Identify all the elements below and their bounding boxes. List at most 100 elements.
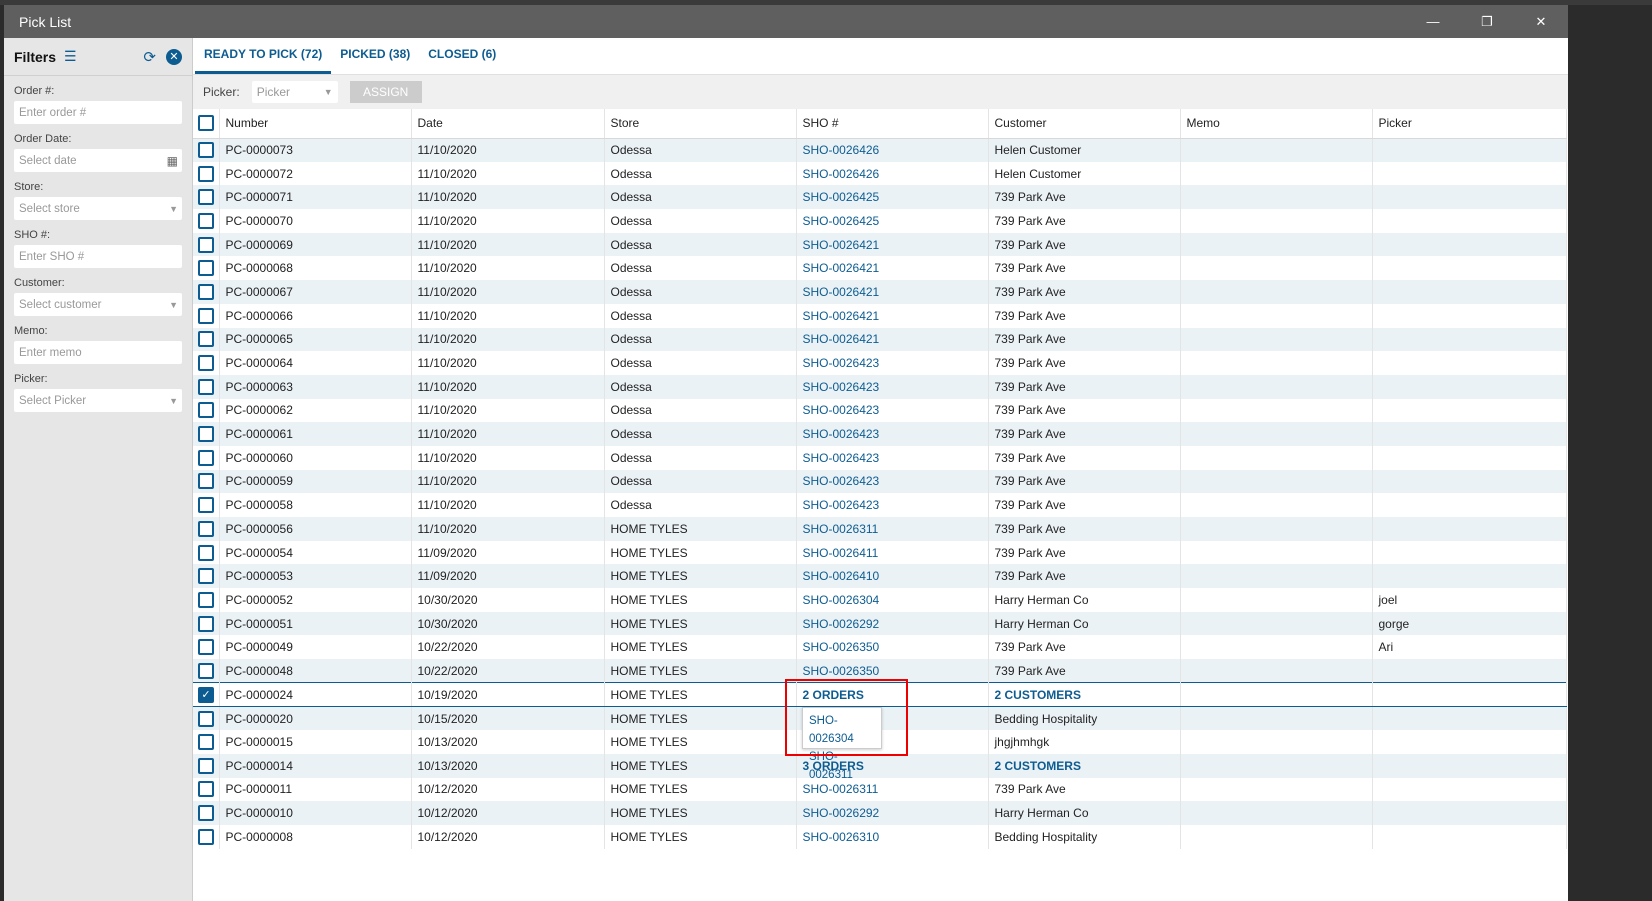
sho-link[interactable]: SHO-0026425 [803, 190, 880, 204]
table-row[interactable]: PC-0000054 11/09/2020 HOME TYLES SHO-002641… [193, 540, 1567, 565]
row-checkbox[interactable] [198, 212, 214, 229]
table-row[interactable]: PC-0000056 11/10/2020 HOME TYLES SHO-002631… [193, 517, 1567, 541]
column-header[interactable]: Memo [1180, 109, 1373, 139]
sho-link[interactable]: SHO-0026311 [803, 782, 879, 796]
filter-input[interactable]: Select store ▼ [14, 197, 182, 220]
sho-link[interactable]: SHO-0026421 [803, 285, 880, 299]
row-checkbox[interactable] [198, 165, 214, 182]
sho-link[interactable]: SHO-0026423 [803, 451, 880, 465]
filter-input[interactable]: Enter SHO # [14, 245, 182, 268]
sho-link[interactable]: SHO-0026423 [803, 498, 880, 512]
column-header[interactable]: Store [604, 109, 797, 139]
table-row[interactable]: PC-0000063 11/10/2020 Odessa SHO-0026423 739… [193, 374, 1567, 399]
sho-link[interactable]: SHO-0026421 [803, 332, 880, 346]
sho-link[interactable]: SHO-0026423 [803, 356, 880, 370]
row-checkbox[interactable] [198, 473, 214, 490]
filter-input[interactable]: Enter memo [14, 341, 182, 364]
restore-button[interactable]: ❐ [1460, 5, 1514, 38]
sho-link[interactable]: SHO-0026410 [803, 569, 880, 583]
filter-input[interactable]: Select customer ▼ [14, 293, 182, 316]
sho-link[interactable]: SHO-0026310 [803, 830, 880, 844]
table-row[interactable]: PC-0000072 11/10/2020 Odessa SHO-0026426 Hel… [193, 161, 1567, 186]
table-row[interactable]: PC-0000061 11/10/2020 Odessa SHO-0026423 739… [193, 422, 1567, 446]
row-checkbox[interactable] [198, 734, 214, 751]
column-header[interactable]: Date [411, 109, 605, 139]
table-row[interactable]: PC-0000067 11/10/2020 Odessa SHO-0026421 739… [193, 280, 1567, 304]
sho-link[interactable]: SHO-0026421 [803, 309, 880, 323]
table-row[interactable]: PC-0000068 11/10/2020 Odessa SHO-0026421 739… [193, 256, 1567, 281]
tab-item[interactable]: CLOSED (6) [419, 47, 505, 74]
table-row[interactable]: PC-0000058 11/10/2020 Odessa SHO-0026423 739… [193, 493, 1567, 517]
row-checkbox[interactable] [198, 426, 214, 443]
select-all-checkbox[interactable] [198, 115, 214, 132]
close-button[interactable]: ✕ [1514, 5, 1568, 38]
table-row[interactable]: PC-0000014 10/13/2020 HOME TYLES 3 ORDERS 2 … [193, 753, 1567, 778]
row-checkbox[interactable] [198, 544, 214, 561]
filter-input[interactable]: Select Picker ▼ [14, 389, 182, 412]
row-checkbox[interactable] [198, 639, 214, 656]
column-header[interactable]: Customer [988, 109, 1181, 139]
row-checkbox[interactable] [198, 355, 214, 372]
row-checkbox[interactable] [198, 449, 214, 466]
sho-link[interactable]: SHO-0026311 [803, 522, 879, 536]
row-checkbox[interactable] [198, 142, 214, 159]
sho-link[interactable]: SHO-0026292 [803, 806, 880, 820]
row-checkbox[interactable] [198, 568, 214, 585]
row-checkbox[interactable] [198, 189, 214, 206]
table-row[interactable]: PC-0000052 10/30/2020 HOME TYLES SHO-002630… [193, 588, 1567, 612]
picker-select[interactable]: Picker ▼ [251, 81, 338, 103]
row-checkbox[interactable] [198, 757, 214, 774]
sho-link[interactable]: SHO-0026421 [803, 261, 880, 275]
row-checkbox[interactable] [198, 710, 214, 727]
sho-link[interactable]: SHO-0026292 [803, 617, 880, 631]
table-row[interactable]: PC-0000053 11/09/2020 HOME TYLES SHO-002641… [193, 564, 1567, 589]
row-checkbox[interactable] [198, 497, 214, 514]
row-checkbox[interactable] [198, 402, 214, 419]
row-checkbox[interactable] [198, 283, 214, 300]
table-row[interactable]: PC-0000073 11/10/2020 Odessa SHO-0026426 Hel… [193, 138, 1567, 162]
sho-link[interactable]: SHO-0026350 [803, 640, 880, 654]
column-header[interactable]: SHO # [796, 109, 989, 139]
row-checkbox[interactable] [198, 236, 214, 253]
refresh-icon[interactable]: ⟳ [143, 48, 156, 66]
sho-link[interactable]: SHO-0026425 [803, 214, 880, 228]
table-row[interactable]: PC-0000065 11/10/2020 Odessa SHO-0026421 739… [193, 327, 1567, 352]
sho-link[interactable]: SHO-0026350 [803, 664, 880, 678]
sho-link[interactable]: SHO-0026423 [803, 474, 880, 488]
sho-link[interactable]: SHO-0026304 [803, 593, 880, 607]
sho-link[interactable]: SHO-0026423 [803, 380, 880, 394]
filter-input[interactable]: Select date ▦ [14, 149, 182, 172]
clear-filters-icon[interactable]: ✕ [166, 48, 182, 65]
column-header[interactable]: Picker [1372, 109, 1567, 139]
row-checkbox[interactable] [198, 662, 214, 679]
row-checkbox[interactable] [198, 591, 214, 608]
minimize-button[interactable]: — [1406, 5, 1460, 38]
calendar-icon[interactable]: ▦ [167, 154, 178, 168]
sho-link[interactable]: SHO-0026426 [803, 167, 880, 181]
row-checkbox[interactable] [198, 520, 214, 537]
table-row[interactable]: PC-0000049 10/22/2020 HOME TYLES SHO-002635… [193, 635, 1567, 660]
table-row[interactable]: PC-0000051 10/30/2020 HOME TYLES SHO-002629… [193, 611, 1567, 636]
sho-link[interactable]: SHO-0026423 [803, 403, 880, 417]
table-row[interactable]: PC-0000070 11/10/2020 Odessa SHO-0026425 739… [193, 209, 1567, 233]
row-checkbox[interactable] [198, 260, 214, 277]
table-row[interactable]: PC-0000071 11/10/2020 Odessa SHO-0026425 739… [193, 185, 1567, 210]
customers-link[interactable]: 2 CUSTOMERS [995, 759, 1081, 773]
tab-item[interactable]: READY TO PICK (72) [195, 47, 332, 74]
column-header[interactable]: Number [219, 109, 412, 139]
table-row[interactable]: PC-0000069 11/10/2020 Odessa SHO-0026421 739… [193, 232, 1567, 257]
filter-input[interactable]: Enter order # [14, 101, 182, 124]
row-checkbox[interactable]: ✓ [198, 686, 214, 703]
row-checkbox[interactable] [198, 615, 214, 632]
sho-link[interactable]: SHO-0026426 [803, 143, 880, 157]
assign-button[interactable]: ASSIGN [349, 81, 422, 103]
table-row[interactable]: PC-0000060 11/10/2020 Odessa SHO-0026423 739… [193, 445, 1567, 470]
row-checkbox[interactable] [198, 828, 214, 845]
customers-link[interactable]: 2 CUSTOMERS [995, 688, 1081, 702]
table-row[interactable]: PC-0000064 11/10/2020 Odessa SHO-0026423 739… [193, 351, 1567, 375]
table-row[interactable]: PC-0000010 10/12/2020 HOME TYLES SHO-002629… [193, 801, 1567, 825]
row-checkbox[interactable] [198, 307, 214, 324]
table-row[interactable]: PC-0000059 11/10/2020 Odessa SHO-0026423 739… [193, 469, 1567, 494]
sho-link[interactable]: SHO-0026421 [803, 238, 880, 252]
table-row[interactable]: PC-0000062 11/10/2020 Odessa SHO-0026423 739… [193, 398, 1567, 423]
